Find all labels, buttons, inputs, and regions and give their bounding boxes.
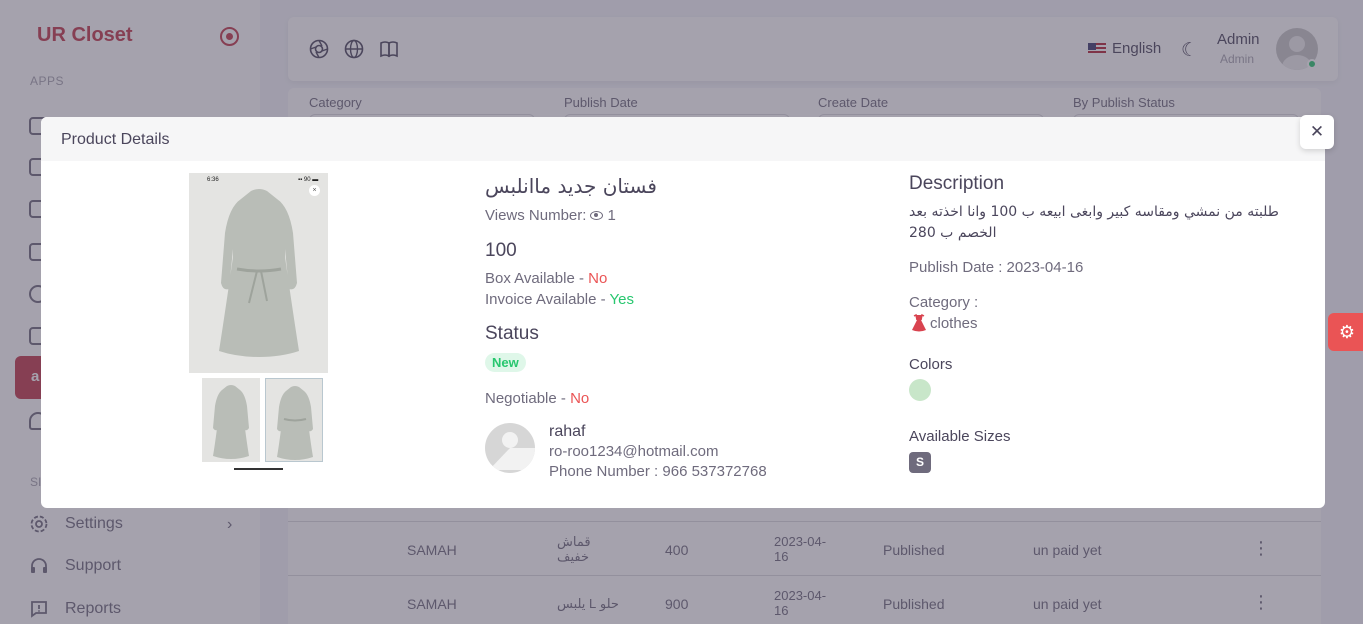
box-available-label: Box Available - — [485, 270, 589, 287]
views-label: Views Number: — [485, 207, 587, 224]
negotiable-value: No — [570, 390, 590, 407]
close-button[interactable]: ✕ — [1300, 115, 1334, 149]
category-label: Category : — [909, 294, 979, 311]
modal-title: Product Details — [61, 131, 170, 148]
sizes-heading: Available Sizes — [909, 428, 1011, 445]
negotiable-label: Negotiable - — [485, 390, 571, 407]
description-text: طلبته من نمشي ومقاسه كبير وابغى ابيعه ب … — [909, 204, 1279, 241]
seller-phone: Phone Number : 966 537372768 — [549, 463, 767, 480]
product-details-modal: Product Details ✕ 6:36 ▪▪ 90 ▬ × فستان ج… — [41, 115, 1334, 508]
invoice-available: Invoice Available - Yes — [485, 291, 634, 308]
size-badge: S — [909, 452, 931, 473]
product-price: 100 — [485, 240, 517, 261]
views-number: Views Number: 1 — [485, 207, 616, 224]
product-thumbnail[interactable] — [202, 378, 260, 462]
invoice-available-value: Yes — [609, 291, 635, 308]
dress-thumbnail-image — [213, 385, 249, 459]
seller-email: ro-roo1234@hotmail.com — [549, 443, 719, 460]
product-thumbnail-active[interactable] — [265, 378, 323, 462]
publish-date: Publish Date : 2023-04-16 — [909, 259, 1084, 276]
dress-icon — [912, 313, 926, 332]
product-main-image[interactable]: 6:36 ▪▪ 90 ▬ × — [189, 173, 328, 373]
dress-thumbnail-image — [277, 386, 313, 460]
box-available: Box Available - No — [485, 270, 607, 287]
category-value: clothes — [909, 313, 978, 333]
seller-name: rahaf — [549, 423, 586, 440]
box-available-value: No — [588, 270, 608, 287]
views-count: 1 — [607, 207, 616, 224]
avatar — [485, 423, 535, 473]
category-name: clothes — [930, 314, 978, 332]
customizer-gear-icon[interactable]: ⚙ — [1328, 313, 1363, 351]
status-heading: Status — [485, 323, 539, 344]
product-title: فستان جديد ماانلبس — [485, 174, 657, 198]
color-swatch — [909, 379, 931, 401]
negotiable: Negotiable - No — [485, 390, 589, 407]
description-heading: Description — [909, 173, 1005, 194]
status-badge: New — [485, 353, 526, 372]
dress-image — [219, 189, 299, 357]
eye-icon — [590, 211, 604, 220]
modal-header: Product Details — [41, 117, 1325, 161]
colors-heading: Colors — [909, 356, 953, 373]
gallery-indicator — [234, 468, 283, 470]
invoice-available-label: Invoice Available - — [485, 291, 610, 308]
